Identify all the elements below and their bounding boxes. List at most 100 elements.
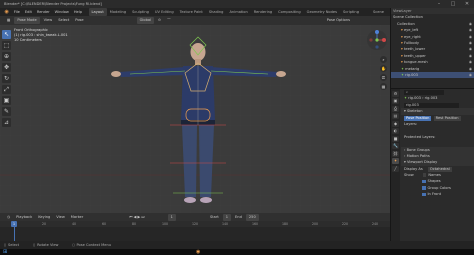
current-frame-field[interactable]: 1 (167, 213, 176, 221)
data-name: rig.003 (424, 96, 438, 101)
workspace-tab-rendering[interactable]: Rendering (251, 8, 275, 16)
scene-tab-icon[interactable]: ◆ (392, 120, 399, 127)
axis-gizmo-icon[interactable] (366, 29, 388, 51)
close-button[interactable]: ✕ (460, 0, 474, 8)
annotate-icon[interactable]: ✎ (2, 107, 11, 116)
menu-view[interactable]: View (41, 16, 56, 25)
menu-pose[interactable]: Pose (72, 16, 86, 25)
pivot-icon[interactable]: ⊙ (155, 16, 164, 25)
mouse-middle-icon: ▯ (33, 243, 36, 247)
checkbox-label: Group Colors (427, 185, 451, 190)
timeline-tick-label: 20 (42, 222, 47, 226)
viewlayer-label[interactable]: ViewLayer (393, 9, 412, 13)
start-menu-icon[interactable]: ⊞ (3, 249, 7, 255)
cursor-icon[interactable]: ↖ (2, 30, 11, 39)
title-bar: Blender* [C:\BLENDER\Blender Projects\Fu… (0, 0, 474, 8)
rest-position-button[interactable]: Rest Position (433, 115, 461, 121)
character-right-hand (276, 71, 286, 77)
outliner-row-label: metarig (405, 66, 420, 71)
panel-title: Skeleton (406, 109, 423, 114)
modifier-tab-icon[interactable]: 🔧 (392, 143, 399, 149)
editor-type-icon[interactable]: ▦ (4, 16, 13, 25)
object-tab-icon[interactable]: ■ (392, 135, 399, 142)
timeline-header: ◷ Playback Keying View Marker ⏮ ◀ ▶ ⏭ 1 … (0, 213, 390, 221)
transform-icon[interactable]: ▣ (2, 96, 11, 105)
bone-tab-icon[interactable]: ╱ (392, 165, 399, 172)
navigation-gizmo[interactable] (366, 29, 388, 51)
display-as-dropdown[interactable]: Octahedral (427, 166, 452, 172)
checkbox-label: Shapes (427, 179, 441, 184)
properties-search[interactable]: ⌕ (404, 89, 444, 95)
measure-icon[interactable]: ⊿ (2, 118, 11, 127)
select-box-icon[interactable]: ⬚ (2, 41, 11, 50)
menu-select[interactable]: Select (55, 16, 72, 25)
blender-taskbar-icon[interactable]: ◉ (196, 249, 200, 255)
end-frame-field[interactable]: 250 (245, 213, 259, 221)
menu-edit[interactable]: Edit (22, 8, 34, 16)
outliner-row-label: teeth_lower (403, 47, 426, 52)
mesh-icon: ▾ (401, 40, 403, 45)
grid-view-icon[interactable]: ▦ (380, 83, 387, 90)
menu-help[interactable]: Help (71, 8, 84, 16)
outliner-row-rig[interactable]: ✦ rig.003 ◉ (391, 71, 474, 79)
character-left-shoe (184, 197, 196, 203)
cursor-3d-icon[interactable]: ⊕ (2, 52, 11, 61)
workspace-tab-animation[interactable]: Animation (226, 8, 250, 16)
3d-viewport[interactable] (0, 25, 390, 213)
minimize-button[interactable]: – (432, 0, 446, 8)
menu-window[interactable]: Window (52, 8, 71, 16)
tool-tab-icon[interactable]: ⚙ (392, 90, 399, 97)
armature-name-field[interactable]: rig.003 (404, 102, 459, 108)
timeline-tick-label: 180 (282, 222, 289, 226)
outliner-row-label: Collection (397, 21, 415, 26)
status-bar: ▯ Select ▯ Rotate View ▯ Pose Context Me… (0, 241, 474, 249)
maximize-button[interactable]: □ (446, 0, 460, 8)
world-tab-icon[interactable]: ◐ (392, 128, 399, 134)
workspace-tab-modeling[interactable]: Modeling (107, 8, 129, 16)
show-names-checkbox[interactable]: Names (422, 173, 441, 177)
workspace-tab-compositing[interactable]: Compositing (275, 8, 304, 16)
playhead[interactable]: 1 (11, 221, 17, 227)
constraint-tab-icon[interactable]: ⛓ (392, 150, 399, 157)
orientation-selector[interactable]: Global (136, 17, 155, 24)
pan-icon[interactable]: ✋ (380, 65, 387, 72)
move-icon[interactable]: ✥ (2, 63, 11, 72)
pose-position-button[interactable]: Pose Position (404, 115, 432, 121)
show-in-front-checkbox[interactable]: In Front (401, 191, 474, 197)
timeline-tick-label: 200 (312, 222, 319, 226)
show-label: Show (404, 173, 414, 178)
mesh-icon: ▾ (401, 34, 403, 39)
workspace-tab-geometry-nodes[interactable]: Geometry Nodes (304, 8, 340, 16)
render-tab-icon[interactable]: ▣ (392, 98, 399, 104)
blender-logo-icon[interactable]: ◉ (2, 8, 11, 16)
zoom-icon[interactable]: ⌕ (380, 56, 387, 63)
workspace-tab-shading[interactable]: Shading (206, 8, 227, 16)
armature-data-tab-icon[interactable]: ✦ (392, 158, 399, 164)
pose-options-menu[interactable]: Pose Options (324, 16, 353, 25)
menu-render[interactable]: Render (34, 8, 52, 16)
outliner-row-label: rig.003 (405, 72, 418, 77)
timeline-tick-label: 120 (192, 222, 199, 226)
workspace-tab-scripting[interactable]: Scripting (340, 8, 362, 16)
eye-icon[interactable]: ◉ (469, 72, 472, 78)
scene-selector[interactable]: Scene (370, 8, 387, 16)
snap-icon[interactable]: ⌒ (164, 16, 174, 25)
output-tab-icon[interactable]: ⎙ (392, 105, 399, 112)
object-name: rig.003 (408, 96, 421, 101)
menu-file[interactable]: File (11, 8, 22, 16)
mode-selector[interactable]: Pose Mode (14, 17, 40, 24)
workspace-tab-uv-editing[interactable]: UV Editing (152, 8, 177, 16)
workspace-tab-sculpting[interactable]: Sculpting (129, 8, 152, 16)
view-layer-tab-icon[interactable]: ▤ (392, 113, 399, 119)
outliner-row-label: eye_right (403, 34, 421, 39)
camera-icon[interactable]: ⎚ (380, 74, 387, 81)
timeline-tick-label: 220 (342, 222, 349, 226)
rotate-icon[interactable]: ↻ (2, 74, 11, 83)
start-frame-field[interactable]: 1 (222, 213, 232, 221)
timeline-tick-label: 160 (252, 222, 259, 226)
timeline-tick-label: 100 (162, 222, 169, 226)
outliner-row-label: teeth_upper (403, 53, 426, 58)
workspace-tab-layout[interactable]: Layout (88, 8, 107, 16)
workspace-tab-texture-paint[interactable]: Texture Paint (177, 8, 206, 16)
scale-icon[interactable]: ⤢ (2, 85, 11, 94)
